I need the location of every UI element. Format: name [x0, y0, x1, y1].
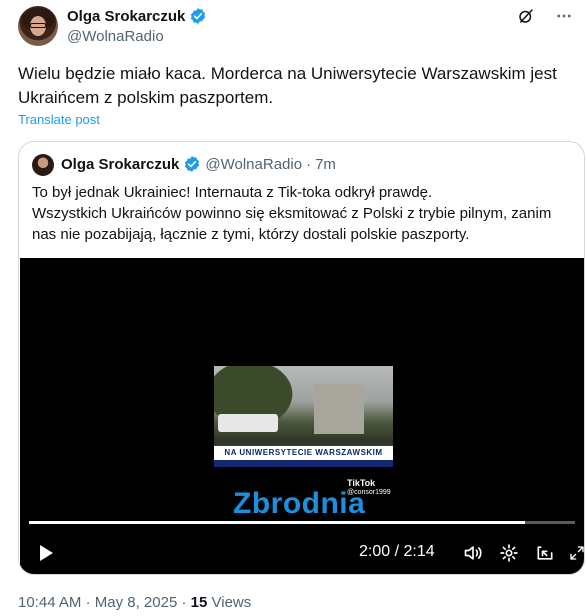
avatar-glasses: [30, 23, 46, 28]
author-handle[interactable]: @WolnaRadio: [67, 28, 164, 45]
meta-separator: ·: [181, 594, 187, 611]
settings-gear-icon[interactable]: [499, 543, 519, 563]
quote-time[interactable]: 7m: [315, 156, 336, 173]
current-time: 2:00: [359, 543, 391, 560]
grok-icon[interactable]: [517, 7, 535, 25]
verified-badge-icon: [191, 8, 206, 24]
video-time: 2:00 / 2:14: [359, 543, 435, 561]
views-label: Views: [211, 594, 252, 611]
quoted-post[interactable]: Olga Srokarczuk @WolnaRadio · 7m To był …: [18, 141, 585, 575]
video-controls: 2:00 / 2:14: [20, 537, 585, 569]
quote-author-name[interactable]: Olga Srokarczuk: [61, 156, 179, 173]
quote-separator: ·: [306, 155, 312, 173]
author-name[interactable]: Olga Srokarczuk: [67, 8, 185, 25]
post-time[interactable]: 10:44 AM: [18, 594, 81, 611]
news-banner-strip: [214, 460, 393, 467]
play-icon[interactable]: [36, 543, 56, 563]
quote-header: Olga Srokarczuk @WolnaRadio · 7m: [61, 155, 336, 173]
video-progress-bar[interactable]: [29, 521, 575, 524]
video-frame-van: [218, 414, 278, 432]
fullscreen-icon[interactable]: [569, 543, 585, 563]
news-banner: NA UNIWERSYTECIE WARSZAWSKIM: [214, 446, 393, 460]
quote-text-line1: To był jednak Ukrainiec! Internauta z Ti…: [32, 184, 433, 201]
quote-author-handle[interactable]: @WolnaRadio: [205, 156, 302, 173]
video-frame-building: [314, 384, 364, 434]
quote-text-line2: Wszystkich Ukraińców powinno się eksmito…: [32, 205, 552, 243]
top-actions: [517, 7, 573, 25]
volume-icon[interactable]: [463, 543, 483, 563]
tweet-text: Wielu będzie miało kaca. Morderca na Uni…: [18, 64, 557, 107]
post-meta: 10:44 AM · May 8, 2025 · 15 Views: [18, 594, 251, 611]
author-row: Olga Srokarczuk: [67, 7, 207, 25]
more-options-icon[interactable]: [555, 7, 573, 25]
quote-text: To był jednak Ukrainiec! Internauta z Ti…: [32, 182, 577, 245]
views-count: 15: [190, 594, 208, 611]
meta-separator: ·: [85, 594, 91, 611]
video-caption: Zbrodnia: [233, 487, 366, 520]
translate-post-link[interactable]: Translate post: [18, 112, 100, 127]
verified-badge-icon: [185, 156, 200, 172]
video-frame: NA UNIWERSYTECIE WARSZAWSKIM: [214, 366, 393, 467]
picture-in-picture-icon[interactable]: [535, 543, 555, 563]
quote-author-avatar[interactable]: [32, 154, 54, 176]
post-date[interactable]: May 8, 2025: [95, 594, 178, 611]
video-player[interactable]: NA UNIWERSYTECIE WARSZAWSKIM TikTok @con…: [20, 258, 585, 574]
video-progress-fill: [29, 521, 526, 524]
total-time: 2:14: [403, 543, 435, 560]
author-avatar[interactable]: [18, 6, 58, 46]
